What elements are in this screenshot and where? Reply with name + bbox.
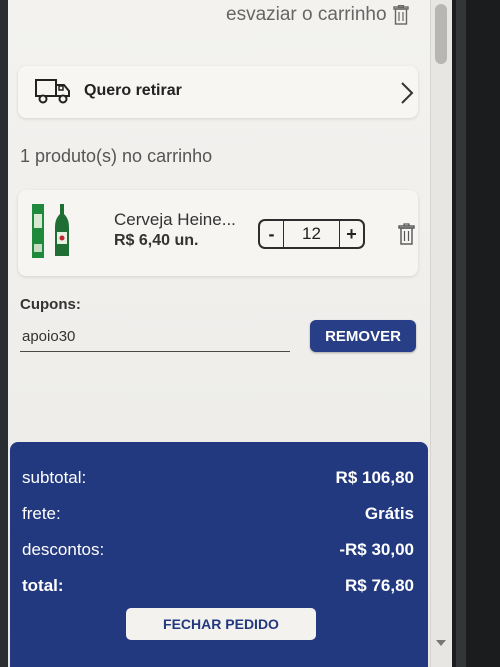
subtotal-row: subtotal: R$ 106,80 bbox=[22, 468, 414, 488]
cart-count: 1 produto(s) no carrinho bbox=[20, 146, 213, 166]
cart-screen: esvaziar o carrinho Quero retirar 1 prod… bbox=[8, 0, 430, 667]
monitor-edge bbox=[456, 0, 466, 667]
total-value: R$ 76,80 bbox=[345, 576, 414, 595]
product-name: Cerveja Heine... bbox=[114, 210, 236, 229]
discount-row: descontos: -R$ 30,00 bbox=[22, 540, 414, 560]
beer-bottle-icon bbox=[32, 204, 69, 258]
coupon-input[interactable] bbox=[20, 322, 290, 352]
subtotal-value: R$ 106,80 bbox=[335, 468, 414, 487]
scrollbar-thumb[interactable] bbox=[435, 4, 447, 64]
decrease-quantity-button[interactable]: - bbox=[260, 221, 284, 247]
discount-value: -R$ 30,00 bbox=[339, 540, 414, 559]
scrollbar[interactable] bbox=[430, 0, 452, 667]
coupon-label: Cupons: bbox=[20, 296, 81, 313]
cart-item: Cerveja Heine... R$ 6,40 un. - 12 + bbox=[18, 190, 418, 276]
increase-quantity-button[interactable]: + bbox=[339, 221, 363, 247]
quantity-value[interactable]: 12 bbox=[284, 224, 339, 244]
shipping-row: frete: Grátis bbox=[22, 504, 414, 524]
product-price: R$ 6,40 un. bbox=[114, 232, 199, 249]
shipping-label: frete: bbox=[22, 504, 61, 523]
order-summary: subtotal: R$ 106,80 frete: Grátis descon… bbox=[10, 442, 428, 667]
checkout-button[interactable]: FECHAR PEDIDO bbox=[126, 608, 316, 640]
discount-label: descontos: bbox=[22, 540, 105, 559]
pickup-option[interactable]: Quero retirar bbox=[18, 66, 418, 118]
quantity-stepper: - 12 + bbox=[258, 219, 365, 249]
monitor-bezel-right bbox=[452, 0, 500, 667]
clear-cart-button[interactable]: esvaziar o carrinho bbox=[226, 4, 409, 26]
remove-item-trash-icon[interactable] bbox=[398, 223, 415, 245]
subtotal-label: subtotal: bbox=[22, 468, 87, 487]
shipping-value: Grátis bbox=[364, 504, 414, 523]
total-row: total: R$ 76,80 bbox=[22, 576, 414, 596]
remove-coupon-button[interactable]: REMOVER bbox=[310, 320, 416, 352]
pickup-label: Quero retirar bbox=[84, 82, 182, 99]
truck-icon bbox=[35, 79, 70, 104]
monitor-bezel-left bbox=[0, 0, 8, 667]
chevron-right-icon bbox=[401, 82, 414, 104]
trash-icon bbox=[392, 5, 409, 25]
scroll-down-arrow-icon[interactable] bbox=[436, 640, 446, 646]
total-label: total: bbox=[22, 576, 64, 595]
clear-cart-label: esvaziar o carrinho bbox=[226, 4, 387, 25]
